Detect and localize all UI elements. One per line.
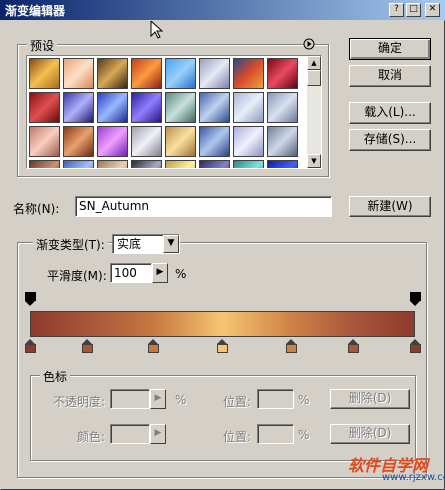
preset-swatch[interactable] <box>267 160 298 168</box>
preset-scrollbar[interactable]: ▲ ▼ <box>307 56 321 168</box>
preset-swatch[interactable] <box>233 58 264 89</box>
preset-swatch-grid <box>29 58 305 168</box>
gradient-type-label: 渐变类型(T): <box>33 236 108 253</box>
preset-swatch[interactable] <box>233 160 264 168</box>
stops-group <box>30 375 416 461</box>
color-delete-button[interactable]: 删除(D) <box>330 424 410 444</box>
load-button[interactable]: 载入(L)... <box>349 102 431 124</box>
opacity-stop-marker[interactable] <box>24 292 36 306</box>
preset-swatch[interactable] <box>97 92 128 123</box>
preset-swatch[interactable] <box>165 92 196 123</box>
new-button[interactable]: 新建(W) <box>349 196 431 217</box>
preset-swatch[interactable] <box>199 58 230 89</box>
color-location-unit: % <box>298 428 310 442</box>
preset-swatch[interactable] <box>233 92 264 123</box>
smoothness-label: 平滑度(M): <box>47 269 107 283</box>
opacity-location-label: 位置: <box>223 395 252 409</box>
color-label: 颜色: <box>77 430 106 444</box>
color-stepper-icon[interactable]: ▶ <box>150 424 166 444</box>
preset-swatch[interactable] <box>267 58 298 89</box>
color-swatch-input[interactable] <box>110 424 150 444</box>
gradient-preview-bar[interactable] <box>30 311 415 337</box>
preset-swatch[interactable] <box>199 92 230 123</box>
preset-swatch[interactable] <box>63 160 94 168</box>
color-stop-marker[interactable] <box>217 339 228 354</box>
color-stop-marker[interactable] <box>24 339 36 354</box>
window-title: 渐变编辑器 <box>5 4 66 18</box>
color-stop-marker[interactable] <box>82 339 94 354</box>
color-location-input[interactable] <box>257 424 294 444</box>
watermark-url: www.rjzxw.com <box>382 472 445 483</box>
preset-swatch[interactable] <box>63 92 94 123</box>
preset-swatch[interactable] <box>165 58 196 89</box>
preset-swatch[interactable] <box>97 58 128 89</box>
opacity-label: 不透明度: <box>53 395 106 409</box>
preset-swatch[interactable] <box>97 160 128 168</box>
stops-label: 色标 <box>40 368 71 385</box>
preset-swatch[interactable] <box>199 160 230 168</box>
color-location-label: 位置: <box>223 430 252 444</box>
preset-swatch[interactable] <box>267 126 298 157</box>
scroll-up-icon[interactable]: ▲ <box>307 56 321 70</box>
save-button[interactable]: 存储(S)... <box>349 129 431 151</box>
opacity-location-input[interactable] <box>257 389 294 409</box>
title-bar[interactable]: 渐变编辑器 ? □ ✕ <box>0 0 445 20</box>
chevron-down-icon[interactable]: ▼ <box>163 235 179 253</box>
preset-swatch[interactable] <box>165 126 196 157</box>
preset-swatch[interactable] <box>233 126 264 157</box>
preset-swatch[interactable] <box>131 126 162 157</box>
ok-button[interactable]: 确定 <box>349 38 431 60</box>
opacity-stepper-icon[interactable]: ▶ <box>150 389 166 409</box>
maximize-button[interactable]: □ <box>406 3 421 17</box>
gradient-type-value: 实底 <box>117 237 142 251</box>
help-button[interactable]: ? <box>389 3 404 17</box>
cancel-button[interactable]: 取消 <box>349 65 431 87</box>
preset-swatch[interactable] <box>97 126 128 157</box>
presets-label: 预设 <box>27 37 58 54</box>
opacity-unit: % <box>175 393 187 407</box>
preset-swatch[interactable] <box>29 58 60 89</box>
opacity-delete-button[interactable]: 删除(D) <box>330 389 410 409</box>
close-button[interactable]: ✕ <box>425 3 440 17</box>
play-circle-icon[interactable] <box>303 38 315 50</box>
opacity-stop-marker[interactable] <box>409 292 421 306</box>
color-stop-marker[interactable] <box>147 339 159 354</box>
preset-swatch-list[interactable] <box>26 55 322 169</box>
opacity-input[interactable] <box>110 389 150 409</box>
preset-swatch[interactable] <box>29 92 60 123</box>
preset-swatch[interactable] <box>131 58 162 89</box>
color-stop-marker[interactable] <box>409 339 421 354</box>
preset-swatch[interactable] <box>199 126 230 157</box>
opacity-location-unit: % <box>298 393 310 407</box>
preset-swatch[interactable] <box>131 160 162 168</box>
preset-swatch[interactable] <box>29 126 60 157</box>
name-input[interactable]: SN_Autumn <box>75 196 332 217</box>
color-stop-marker[interactable] <box>347 339 359 354</box>
preset-swatch[interactable] <box>29 160 60 168</box>
smoothness-unit: % <box>175 267 187 281</box>
preset-swatch[interactable] <box>63 58 94 89</box>
preset-swatch[interactable] <box>267 92 298 123</box>
scroll-down-icon[interactable]: ▼ <box>307 154 321 168</box>
smoothness-input[interactable]: 100 <box>110 263 152 283</box>
preset-swatch[interactable] <box>131 92 162 123</box>
preset-swatch[interactable] <box>165 160 196 168</box>
scroll-thumb[interactable] <box>307 70 321 86</box>
preset-swatch[interactable] <box>63 126 94 157</box>
name-label: 名称(N): <box>13 202 60 216</box>
color-stop-marker[interactable] <box>286 339 298 354</box>
smoothness-stepper-icon[interactable]: ▶ <box>152 263 168 283</box>
